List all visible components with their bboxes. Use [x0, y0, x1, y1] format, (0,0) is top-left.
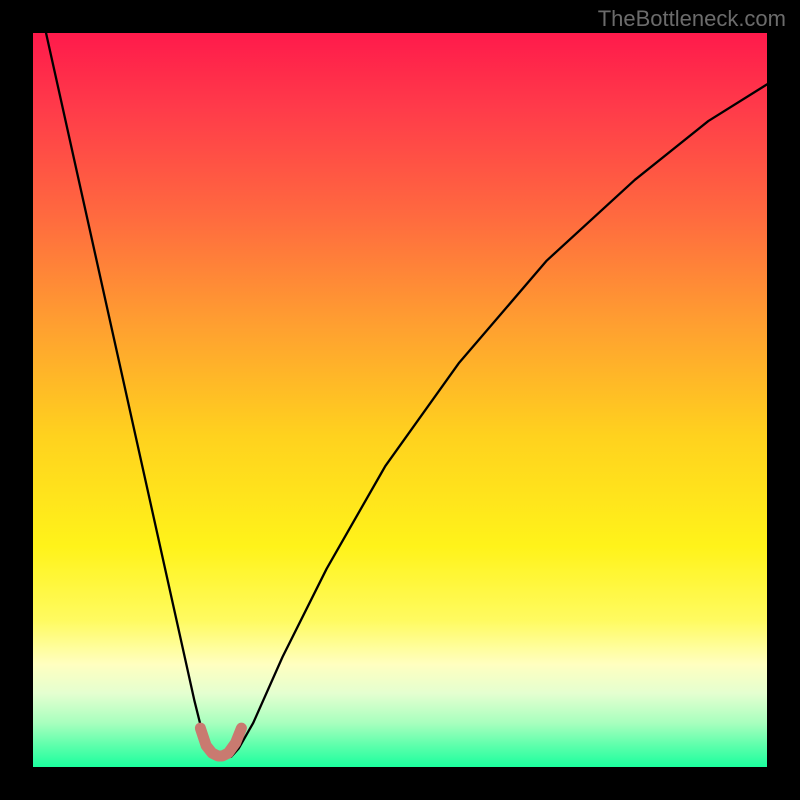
- chart-frame: TheBottleneck.com: [0, 0, 800, 800]
- dip-marker: [200, 728, 241, 756]
- plot-area: [33, 33, 767, 767]
- bottleneck-curve: [33, 33, 767, 758]
- watermark-text: TheBottleneck.com: [598, 6, 786, 32]
- curve-layer: [33, 33, 767, 767]
